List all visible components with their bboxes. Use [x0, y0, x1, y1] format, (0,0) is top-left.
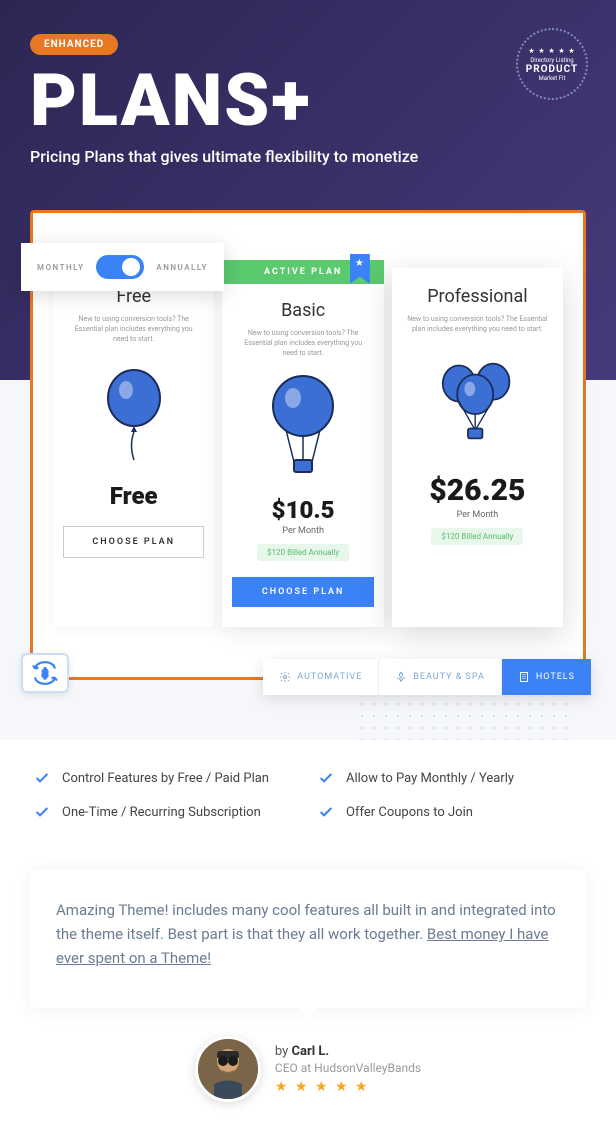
avatar: [195, 1036, 261, 1102]
check-icon: [318, 804, 334, 820]
feature-text: One-Time / Recurring Subscription: [62, 805, 261, 820]
author-rating-stars: ★ ★ ★ ★ ★: [275, 1079, 421, 1095]
feature-text: Offer Coupons to Join: [346, 805, 473, 820]
pricing-showcase: MONTHLY ANNUALLY Free New to using conve…: [30, 210, 586, 680]
balloon-icon: [63, 360, 204, 470]
plan-name: Basic: [232, 300, 373, 321]
balloon-bunch-icon: [402, 351, 553, 461]
tab-label: AUTOMATIVE: [297, 672, 362, 682]
tab-automative[interactable]: AUTOMATIVE: [263, 659, 379, 695]
pricing-showcase-wrapper: MONTHLY ANNUALLY Free New to using conve…: [30, 210, 586, 680]
testimonial-text: Amazing Theme! includes many cool featur…: [56, 898, 560, 970]
testimonial-author: by Carl L. CEO at HudsonValleyBands ★ ★ …: [0, 1036, 616, 1132]
plan-description: New to using conversion tools? The Essen…: [232, 329, 373, 358]
choose-plan-button[interactable]: CHOOSE PLAN: [63, 526, 204, 558]
feature-text: Control Features by Free / Paid Plan: [62, 771, 269, 786]
toggle-switch[interactable]: [96, 255, 144, 279]
choose-plan-button[interactable]: CHOOSE PLAN: [232, 577, 373, 607]
feature-text: Allow to Pay Monthly / Yearly: [346, 771, 514, 786]
check-icon: [34, 804, 50, 820]
author-role: CEO at HudsonValleyBands: [275, 1061, 421, 1075]
check-icon: [318, 770, 334, 786]
plan-billed: $120 Billed Annually: [431, 528, 523, 545]
tab-label: HOTELS: [536, 672, 575, 682]
author-name: by Carl L.: [275, 1044, 421, 1059]
plan-price: Free: [63, 482, 204, 510]
plan-card-free: Free New to using conversion tools? The …: [53, 268, 214, 627]
gear-icon: [279, 671, 291, 683]
features-grid: Control Features by Free / Paid Plan All…: [34, 770, 582, 820]
plan-description: New to using conversion tools? The Essen…: [63, 315, 204, 344]
plan-card-professional: Professional New to using conversion too…: [392, 268, 563, 627]
check-icon: [34, 770, 50, 786]
testimonial-card: Amazing Theme! includes many cool featur…: [30, 870, 586, 1008]
plan-period: Per Month: [232, 526, 373, 536]
author-info: by Carl L. CEO at HudsonValleyBands ★ ★ …: [275, 1044, 421, 1095]
page-subtitle: Pricing Plans that gives ultimate flexib…: [30, 147, 586, 166]
toggle-annually-label[interactable]: ANNUALLY: [156, 263, 208, 272]
toggle-knob: [122, 258, 140, 276]
product-seal: ★ ★ ★ ★ ★ Directory Listing PRODUCT Mark…: [516, 28, 588, 100]
feature-item: Allow to Pay Monthly / Yearly: [318, 770, 582, 786]
plan-name: Professional: [402, 286, 553, 307]
tab-beauty-spa[interactable]: BEAUTY & SPA: [379, 659, 502, 695]
feature-item: Control Features by Free / Paid Plan: [34, 770, 298, 786]
sync-dollar-icon: $: [21, 653, 69, 693]
plan-price: $26.25: [402, 473, 553, 508]
billing-toggle: MONTHLY ANNUALLY: [21, 243, 224, 291]
seal-line2: PRODUCT: [526, 64, 578, 75]
feature-item: Offer Coupons to Join: [318, 804, 582, 820]
plan-card-basic: ACTIVE PLAN Basic New to using conversio…: [222, 268, 383, 627]
toggle-monthly-label[interactable]: MONTHLY: [37, 263, 84, 272]
seal-stars: ★ ★ ★ ★ ★: [528, 47, 575, 55]
plan-period: Per Month: [402, 510, 553, 520]
svg-text:$: $: [42, 668, 48, 681]
enhanced-badge: ENHANCED: [30, 34, 118, 55]
spa-icon: [395, 671, 407, 683]
category-tabs: AUTOMATIVE BEAUTY & SPA HOTELS: [263, 659, 591, 695]
feature-item: One-Time / Recurring Subscription: [34, 804, 298, 820]
plan-price: $10.5: [232, 496, 373, 524]
plans-row: Free New to using conversion tools? The …: [53, 268, 563, 627]
building-icon: [518, 671, 530, 683]
plan-billed: $120 Billed Annually: [257, 544, 349, 561]
plan-description: New to using conversion tools? The Essen…: [402, 315, 553, 335]
page-title: PLANS+: [30, 65, 586, 137]
seal-line3: Market Fit: [539, 75, 566, 82]
hot-air-balloon-icon: [232, 374, 373, 484]
tab-hotels[interactable]: HOTELS: [502, 659, 591, 695]
seal-line1: Directory Listing: [530, 57, 573, 64]
tab-label: BEAUTY & SPA: [413, 672, 485, 682]
